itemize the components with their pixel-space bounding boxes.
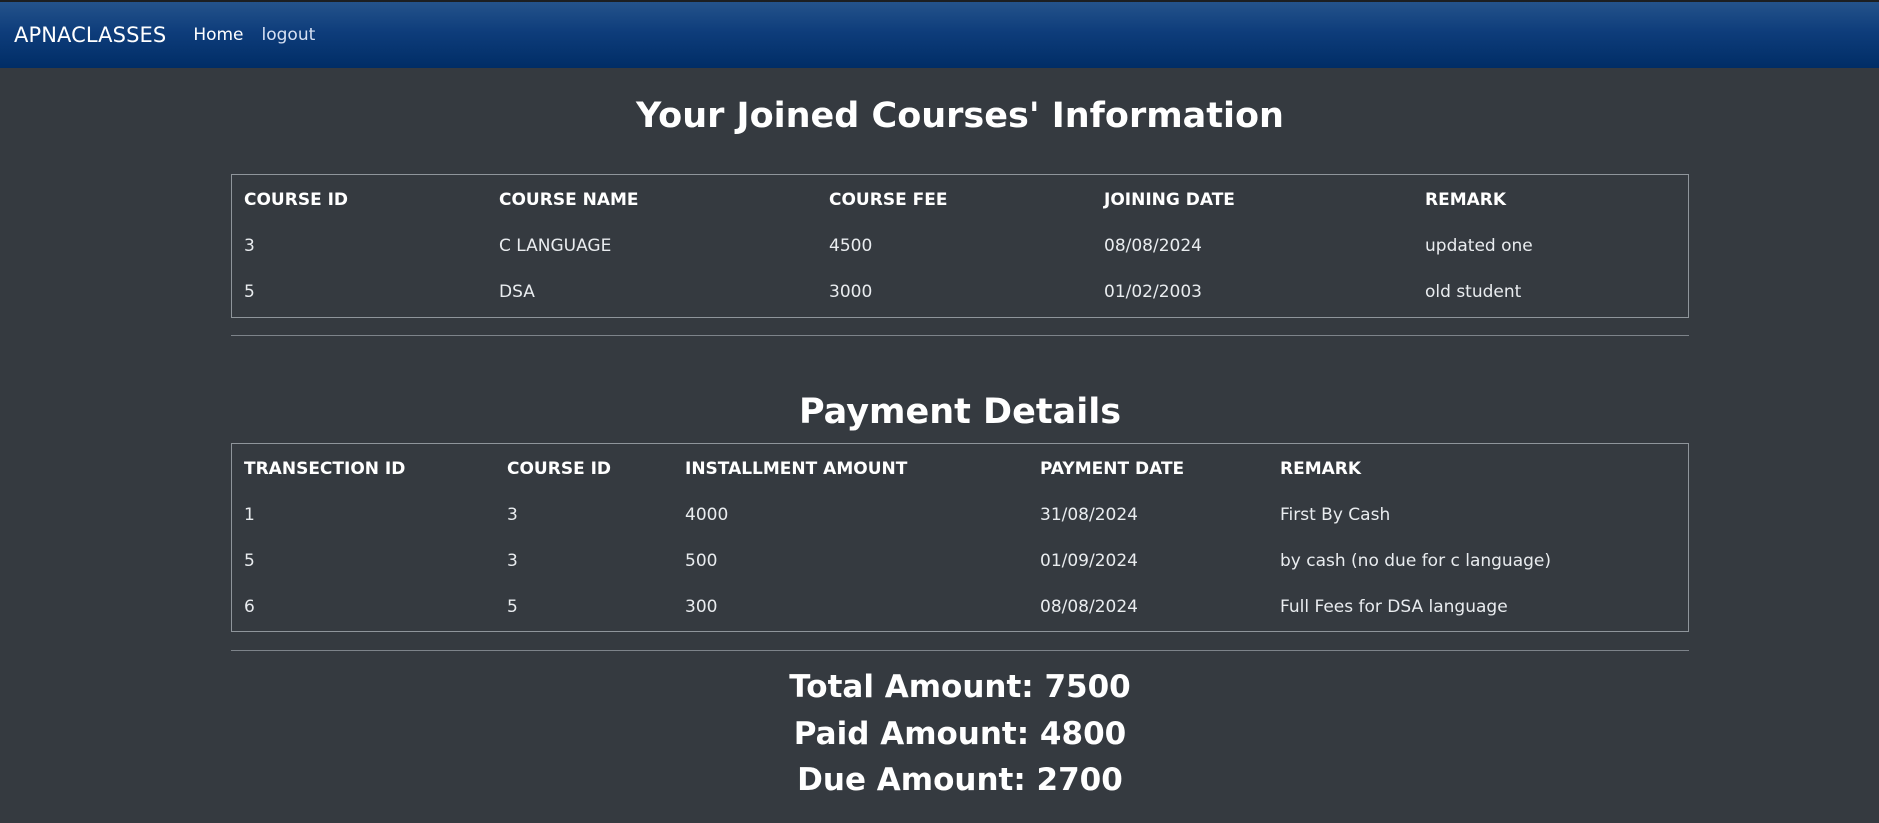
cell-course-id: 5	[507, 597, 518, 617]
cell-remark: by cash (no due for c language)	[1280, 551, 1552, 571]
table-row: 5 DSA 3000 01/02/2003 old student	[232, 269, 1688, 315]
column-header-course-id: COURSE ID	[244, 190, 349, 210]
cell-course-name: DSA	[499, 282, 535, 302]
table-row: 5 3 500 01/09/2024 by cash (no due for c…	[232, 538, 1688, 584]
joined-courses-table-container: COURSE ID COURSE NAME COURSE FEE JOINING…	[231, 174, 1689, 318]
column-header-transaction-id: TRANSECTION ID	[244, 459, 406, 479]
cell-installment-amount: 500	[685, 551, 718, 571]
due-amount-text: Due Amount: 2700	[797, 762, 1123, 798]
cell-transaction-id: 5	[244, 551, 255, 571]
cell-joining-date: 08/08/2024	[1104, 236, 1202, 256]
cell-course-id: 3	[507, 551, 518, 571]
cell-course-name: C LANGUAGE	[499, 236, 612, 256]
column-header-course-id: COURSE ID	[507, 459, 612, 479]
cell-transaction-id: 1	[244, 505, 255, 525]
cell-remark: First By Cash	[1280, 505, 1391, 525]
cell-joining-date: 01/02/2003	[1104, 282, 1202, 302]
cell-installment-amount: 4000	[685, 505, 729, 525]
nav-link-logout[interactable]: logout	[262, 25, 316, 45]
cell-remark: old student	[1425, 282, 1522, 302]
cell-transaction-id: 6	[244, 597, 255, 617]
table-row: 3 C LANGUAGE 4500 08/08/2024 updated one	[232, 223, 1688, 269]
cell-course-id: 5	[244, 282, 255, 302]
table-header-row: TRANSECTION ID COURSE ID INSTALLMENT AMO…	[232, 444, 1688, 492]
cell-remark: Full Fees for DSA language	[1280, 597, 1508, 617]
payment-details-table: TRANSECTION ID COURSE ID INSTALLMENT AMO…	[232, 444, 1688, 630]
cell-payment-date: 31/08/2024	[1040, 505, 1138, 525]
column-header-course-name: COURSE NAME	[499, 190, 639, 210]
column-header-payment-date: PAYMENT DATE	[1040, 459, 1185, 479]
cell-payment-date: 08/08/2024	[1040, 597, 1138, 617]
cell-course-id: 3	[507, 505, 518, 525]
cell-remark: updated one	[1425, 236, 1533, 256]
cell-payment-date: 01/09/2024	[1040, 551, 1138, 571]
column-header-course-fee: COURSE FEE	[829, 190, 948, 210]
table-row: 6 5 300 08/08/2024 Full Fees for DSA lan…	[232, 584, 1688, 630]
cell-course-fee: 4500	[829, 236, 873, 256]
brand-logo-text[interactable]: APNACLASSES	[14, 23, 166, 47]
paid-amount-text: Paid Amount: 4800	[793, 716, 1127, 752]
cell-course-id: 3	[244, 236, 255, 256]
section-divider	[231, 650, 1689, 651]
joined-courses-table: COURSE ID COURSE NAME COURSE FEE JOINING…	[232, 175, 1688, 315]
payment-details-title: Payment Details	[798, 392, 1122, 432]
top-navbar: APNACLASSES Home logout	[0, 2, 1879, 68]
cell-installment-amount: 300	[685, 597, 718, 617]
table-header-row: COURSE ID COURSE NAME COURSE FEE JOINING…	[232, 175, 1688, 223]
joined-courses-title: Your Joined Courses' Information	[636, 96, 1284, 136]
total-amount-text: Total Amount: 7500	[789, 669, 1131, 705]
cell-course-fee: 3000	[829, 282, 873, 302]
payment-details-table-container: TRANSECTION ID COURSE ID INSTALLMENT AMO…	[231, 443, 1689, 632]
section-divider	[231, 335, 1689, 336]
column-header-joining-date: JOINING DATE	[1104, 190, 1235, 210]
column-header-remark: REMARK	[1425, 190, 1507, 210]
table-row: 1 3 4000 31/08/2024 First By Cash	[232, 492, 1688, 538]
nav-link-home[interactable]: Home	[193, 25, 243, 45]
column-header-installment-amount: INSTALLMENT AMOUNT	[685, 459, 908, 479]
column-header-remark: REMARK	[1280, 459, 1362, 479]
